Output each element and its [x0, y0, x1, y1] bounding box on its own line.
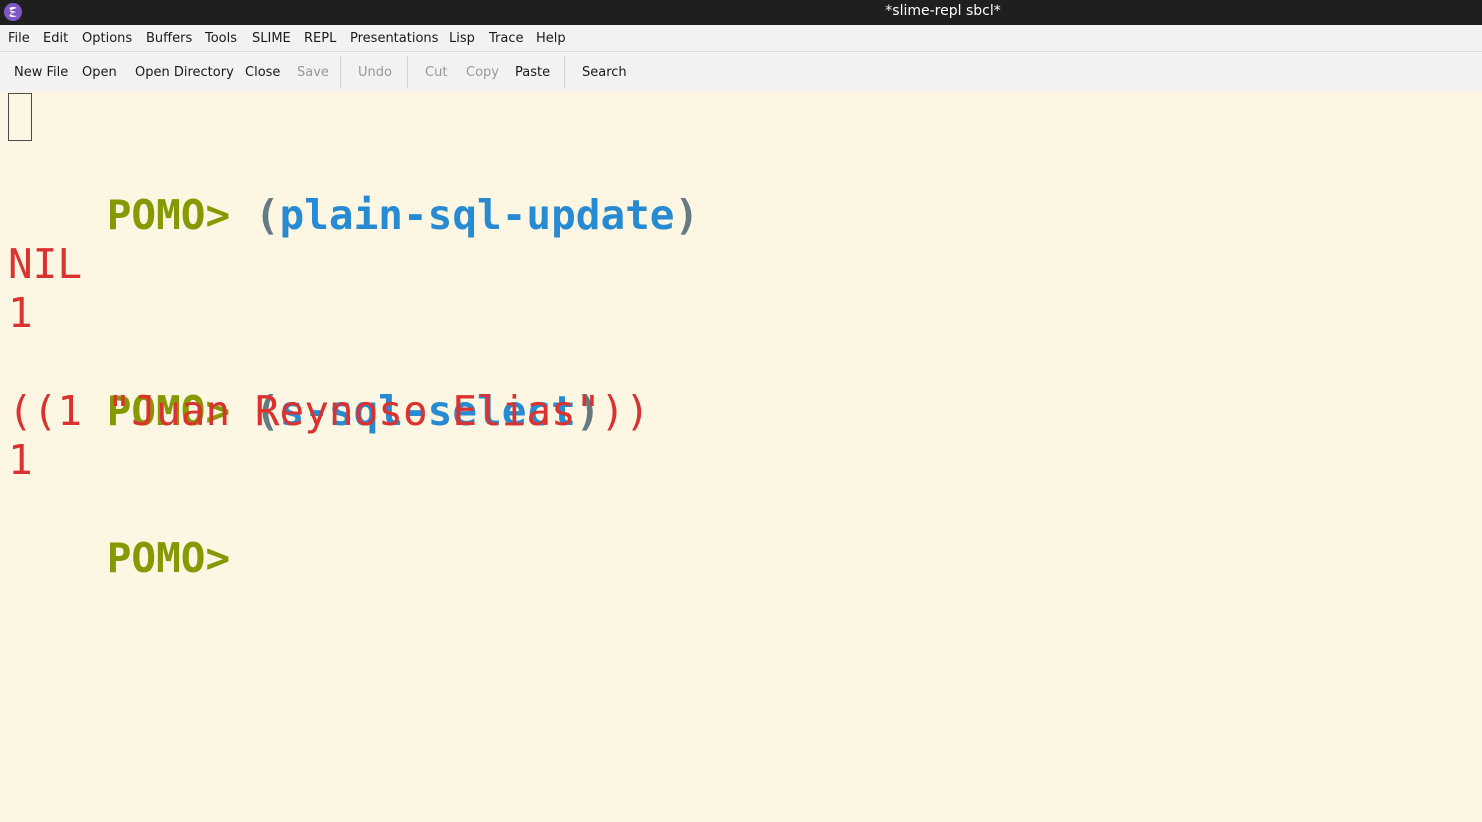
open-paren: ( [254, 191, 280, 239]
repl-output-line: 1 [8, 436, 33, 484]
open-directory-button[interactable]: Open Directory [135, 65, 234, 80]
text-cursor [8, 93, 32, 141]
menu-trace[interactable]: Trace [489, 31, 524, 46]
repl-output-line: 1 [8, 289, 33, 337]
repl-buffer[interactable]: POMO> (plain-sql-update) NIL 1 POMO> (s-… [0, 92, 1482, 822]
menu-file[interactable]: File [8, 31, 30, 46]
window-title: *slime-repl sbcl* [885, 3, 1001, 19]
copy-button[interactable]: Copy [466, 65, 499, 80]
cut-button[interactable]: Cut [425, 65, 447, 80]
menu-bar: File Edit Options Buffers Tools SLIME RE… [0, 25, 1482, 52]
search-button[interactable]: Search [582, 65, 627, 80]
menu-slime[interactable]: SLIME [252, 31, 291, 46]
menu-help[interactable]: Help [536, 31, 566, 46]
menu-presentations[interactable]: Presentations [350, 31, 438, 46]
menu-repl[interactable]: REPL [304, 31, 336, 46]
repl-prompt: POMO> [106, 191, 231, 239]
toolbar-separator [340, 56, 341, 88]
toolbar-separator [407, 56, 408, 88]
menu-options[interactable]: Options [82, 31, 132, 46]
close-button[interactable]: Close [245, 65, 280, 80]
menu-tools[interactable]: Tools [205, 31, 237, 46]
tool-bar: New File Open Open Directory Close Save … [0, 52, 1482, 92]
repl-prompt: POMO> [106, 534, 231, 582]
save-button[interactable]: Save [297, 65, 329, 80]
repl-output-line: NIL [8, 240, 83, 288]
menu-lisp[interactable]: Lisp [449, 31, 475, 46]
menu-edit[interactable]: Edit [43, 31, 68, 46]
repl-input-line: POMO> (plain-sql-update) [8, 142, 699, 239]
menu-buffers[interactable]: Buffers [146, 31, 192, 46]
paste-button[interactable]: Paste [515, 65, 550, 80]
open-button[interactable]: Open [82, 65, 117, 80]
title-bar: *slime-repl sbcl* [0, 0, 1482, 25]
repl-input-line: POMO> (s-sql-select) [8, 338, 601, 435]
function-name: plain-sql-update [279, 191, 675, 239]
repl-input-line[interactable]: POMO> [8, 485, 230, 582]
repl-output-line: ((1 "Juan Reynoso Elias")) [8, 387, 650, 435]
undo-button[interactable]: Undo [358, 65, 392, 80]
close-paren: ) [674, 191, 700, 239]
toolbar-separator [564, 56, 565, 88]
new-file-button[interactable]: New File [14, 65, 68, 80]
